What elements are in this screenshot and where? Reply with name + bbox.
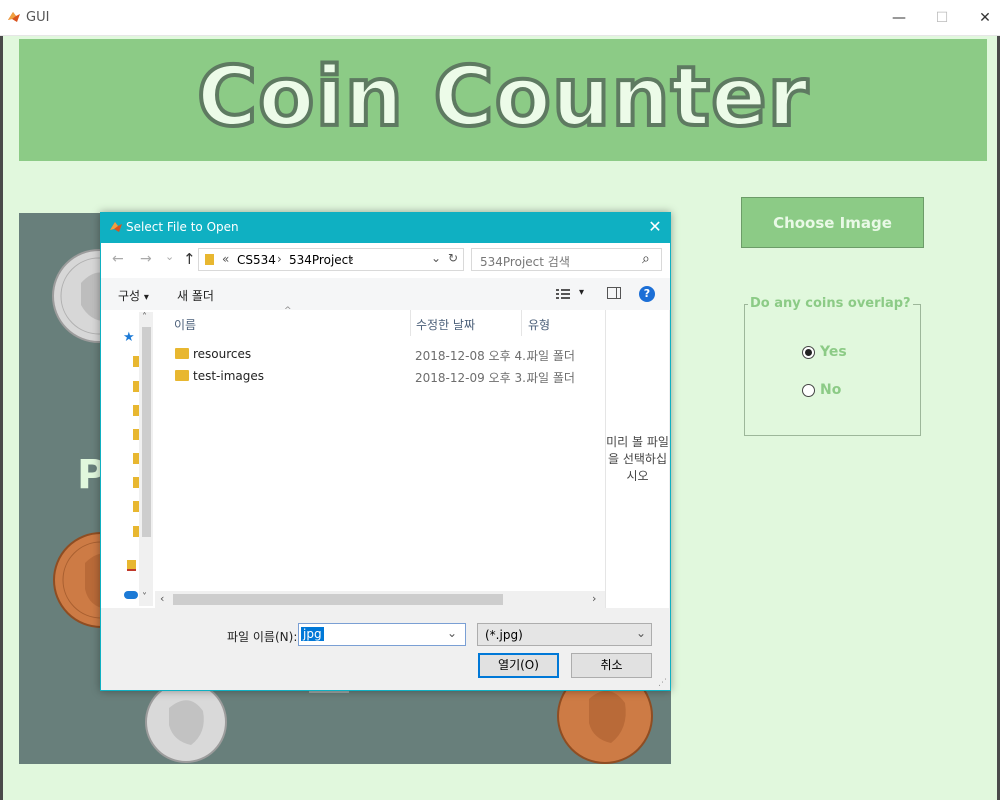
quick-access-icon[interactable]: ★ [123, 330, 135, 345]
dime-coin-bottom [145, 681, 227, 763]
chevron-down-icon: ▾ [143, 292, 149, 303]
file-type: 파일 폴더 [527, 371, 575, 385]
resize-grip-icon[interactable]: ⋰ [658, 678, 667, 688]
window-titlebar: GUI [0, 0, 1000, 36]
chevron-down-icon: ⌄ [636, 626, 647, 640]
filename-label: 파일 이름(N): [227, 630, 298, 644]
folder-icon [175, 348, 189, 359]
file-date: 2018-12-08 오후 4... [415, 349, 534, 363]
address-bar[interactable]: « CS534 › 534Project › ⌄ ↻ [198, 248, 464, 271]
column-divider[interactable] [521, 310, 522, 336]
file-date: 2018-12-09 오후 3... [415, 371, 534, 385]
choose-image-button[interactable]: Choose Image [741, 197, 924, 248]
breadcrumb-cs534[interactable]: CS534 [237, 253, 276, 267]
address-dropdown-icon[interactable]: ⌄ [431, 251, 441, 265]
maximize-button[interactable]: ☐ [927, 6, 957, 30]
help-icon[interactable]: ? [639, 286, 655, 302]
minimize-button[interactable]: — [884, 6, 914, 30]
window-title: GUI [26, 10, 50, 25]
view-dropdown-icon[interactable]: ▾ [579, 287, 584, 298]
refresh-icon[interactable]: ↻ [448, 251, 458, 265]
overlap-panel [744, 304, 921, 436]
overlap-question: Do any coins overlap? [748, 296, 913, 311]
matlab-logo-icon [8, 12, 20, 22]
new-folder-button[interactable]: 새 폴더 [177, 287, 214, 304]
folder-icon [175, 370, 189, 381]
matlab-logo-icon [110, 222, 122, 232]
search-icon[interactable]: ⌕ [642, 251, 650, 267]
breadcrumb-separator: › [277, 252, 282, 266]
column-type[interactable]: 유형 [528, 316, 550, 333]
file-name: resources [193, 347, 252, 361]
filename-value[interactable]: jpg [301, 627, 324, 641]
app-title: Coin Counter [195, 48, 810, 147]
search-input[interactable]: 534Project 검색 ⌕ [471, 248, 662, 271]
file-name: test-images [193, 369, 265, 383]
preview-message: 미리 볼 파일을 선택하십시오 [606, 435, 669, 483]
organize-button[interactable]: 구성 ▾ [118, 287, 149, 304]
radio-yes-label[interactable]: Yes [820, 344, 847, 360]
sort-indicator-icon: ^ [284, 306, 292, 316]
open-button[interactable]: 열기(O) [478, 653, 559, 678]
filter-value: (*.jpg) [485, 628, 523, 642]
radio-no-label[interactable]: No [820, 382, 841, 398]
dialog-close-button[interactable]: ✕ [645, 217, 665, 237]
chevron-down-icon[interactable]: ⌄ [447, 626, 457, 640]
file-type: 파일 폴더 [527, 349, 575, 363]
special-folder-icon[interactable] [127, 560, 136, 571]
close-window-button[interactable]: ✕ [970, 6, 1000, 30]
back-button[interactable]: ← [112, 251, 124, 267]
radio-no[interactable] [802, 384, 815, 397]
column-name[interactable]: 이름 [174, 316, 196, 333]
cancel-button[interactable]: 취소 [571, 653, 652, 678]
nav-scrollbar-thumb[interactable] [142, 327, 151, 537]
list-item[interactable]: resources 2018-12-08 오후 4... 파일 폴더 [156, 344, 604, 364]
recent-locations-button[interactable]: ⌄ [165, 250, 174, 263]
scroll-left-icon[interactable]: ‹ [160, 592, 164, 605]
address-prefix: « [222, 252, 230, 266]
radio-yes[interactable] [802, 346, 815, 359]
folder-icon [205, 254, 214, 265]
onedrive-icon[interactable] [124, 591, 138, 599]
list-item[interactable]: test-images 2018-12-09 오후 3... 파일 폴더 [156, 366, 604, 386]
organize-label: 구성 [118, 289, 141, 303]
dialog-title: Select File to Open [126, 220, 239, 234]
forward-button[interactable]: → [140, 251, 152, 267]
file-type-filter[interactable]: (*.jpg) ⌄ [477, 623, 652, 646]
column-date[interactable]: 수정한 날짜 [416, 316, 475, 333]
view-options-icon[interactable] [556, 288, 570, 300]
column-divider[interactable] [410, 310, 411, 336]
scroll-right-icon[interactable]: › [592, 592, 596, 605]
scroll-up-icon[interactable]: ˄ [142, 312, 147, 323]
breadcrumb-534project[interactable]: 534Project [289, 253, 353, 267]
preview-pane-icon[interactable] [607, 287, 621, 299]
breadcrumb-separator: › [349, 252, 354, 266]
scroll-down-icon[interactable]: ˅ [142, 592, 147, 603]
horizontal-scrollbar-thumb[interactable] [173, 594, 503, 605]
up-folder-button[interactable]: ↑ [183, 250, 196, 268]
search-placeholder: 534Project 검색 [480, 255, 570, 269]
